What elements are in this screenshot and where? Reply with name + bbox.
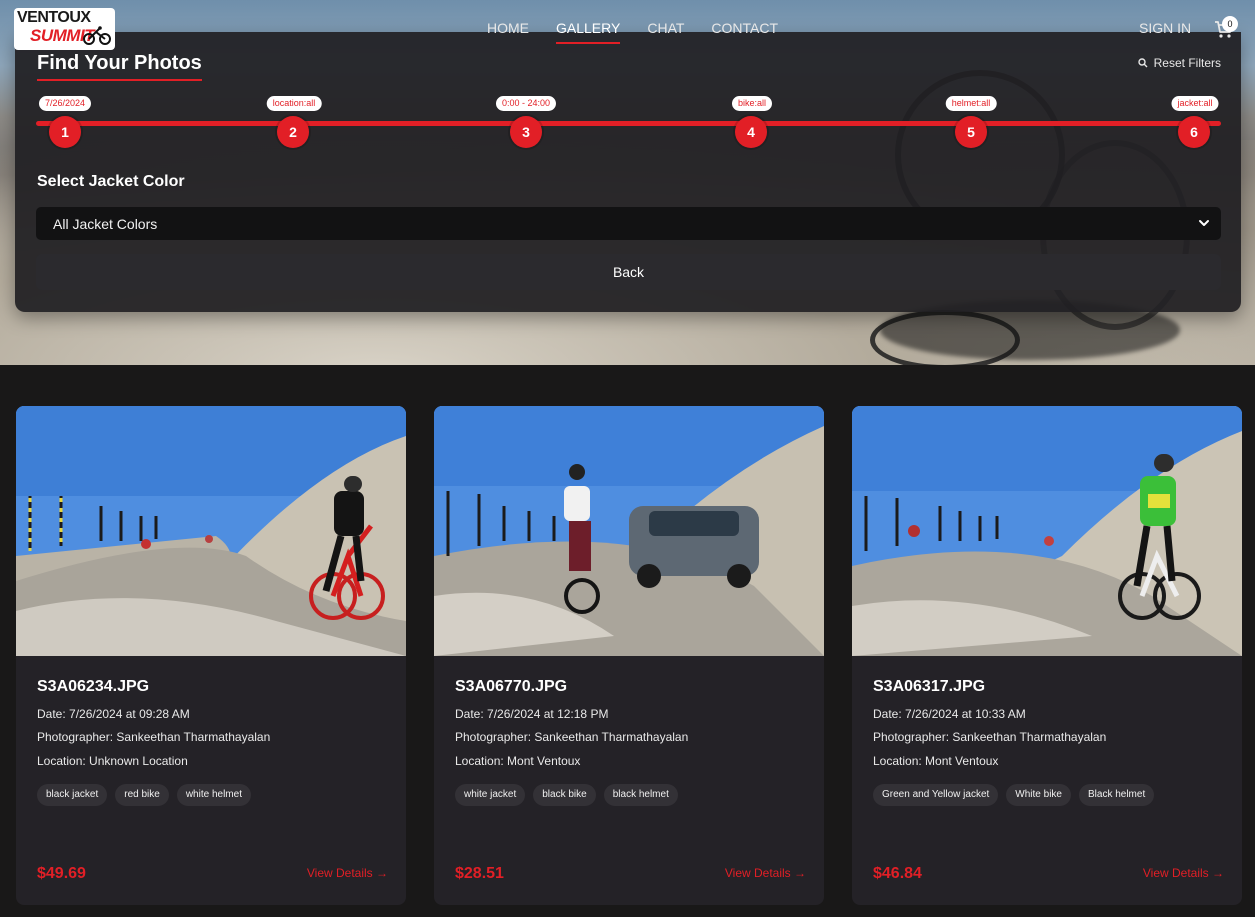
photo-tags: Green and Yellow jacket White bike Black…: [873, 784, 1155, 806]
tag-chip: black bike: [533, 784, 596, 806]
step-6-jacket[interactable]: 6: [1178, 116, 1210, 148]
jacket-color-select[interactable]: All Jacket Colors: [36, 207, 1221, 240]
reset-filters-button[interactable]: Reset Filters: [1137, 56, 1221, 70]
tag-chip: black jacket: [37, 784, 108, 806]
photo-tags: white jacket black bike black helmet: [455, 784, 678, 806]
panel-title: Find Your Photos: [37, 52, 202, 81]
back-button[interactable]: Back: [36, 254, 1221, 290]
sign-in-link[interactable]: SIGN IN: [1139, 20, 1191, 36]
bike-logo-icon: [83, 26, 111, 45]
photo-filename: S3A06234.JPG: [37, 678, 150, 695]
tag-chip: black helmet: [603, 784, 678, 806]
step-3-time[interactable]: 3: [510, 116, 542, 148]
tag-chip: white jacket: [455, 784, 526, 806]
step-tag-location: location:all: [266, 96, 322, 111]
tag-chip: white helmet: [176, 784, 251, 806]
view-details-link[interactable]: View Details →: [725, 866, 806, 880]
photo-thumbnail[interactable]: [434, 406, 824, 656]
photo-date: Date: 7/26/2024 at 10:33 AM: [873, 707, 1026, 721]
photo-location: Location: Mont Ventoux: [873, 754, 999, 768]
step-2-location[interactable]: 2: [277, 116, 309, 148]
photo-location: Location: Mont Ventoux: [455, 754, 581, 768]
chevron-down-icon: [1199, 220, 1209, 226]
cyclist-photo-image: [16, 406, 406, 656]
jacket-color-label: Select Jacket Color: [37, 173, 185, 190]
site-logo[interactable]: VENTOUX SUMMIT: [14, 8, 115, 50]
view-details-link[interactable]: View Details →: [1143, 866, 1224, 880]
photo-card[interactable]: S3A06770.JPG Date: 7/26/2024 at 12:18 PM…: [434, 406, 824, 905]
reset-filters-label: Reset Filters: [1153, 56, 1221, 70]
step-tag-jacket: jacket:all: [1171, 96, 1219, 111]
nav-link-chat[interactable]: CHAT: [647, 20, 684, 42]
step-5-helmet[interactable]: 5: [955, 116, 987, 148]
photo-photographer: Photographer: Sankeethan Tharmathayalan: [455, 730, 689, 744]
photo-thumbnail[interactable]: [852, 406, 1242, 656]
cyclist-photo-image: [852, 406, 1242, 656]
photo-location: Location: Unknown Location: [37, 754, 188, 768]
step-tag-helmet: helmet:all: [945, 96, 997, 111]
nav-link-contact[interactable]: CONTACT: [711, 20, 778, 42]
view-details-link[interactable]: View Details →: [307, 866, 388, 880]
photo-photographer: Photographer: Sankeethan Tharmathayalan: [37, 730, 271, 744]
step-tag-date: 7/26/2024: [38, 96, 92, 111]
jacket-color-selected-value: All Jacket Colors: [53, 215, 158, 232]
step-tag-time: 0:00 - 24:00: [495, 96, 557, 111]
photo-tags: black jacket red bike white helmet: [37, 784, 251, 806]
cart-count-badge: 0: [1222, 16, 1238, 32]
nav-link-gallery[interactable]: GALLERY: [556, 20, 621, 44]
photo-date: Date: 7/26/2024 at 12:18 PM: [455, 707, 609, 721]
photo-thumbnail[interactable]: [16, 406, 406, 656]
photo-date: Date: 7/26/2024 at 09:28 AM: [37, 707, 190, 721]
tag-chip: red bike: [115, 784, 169, 806]
photo-photographer: Photographer: Sankeethan Tharmathayalan: [873, 730, 1107, 744]
filter-panel: Find Your Photos Reset Filters 7/26/2024…: [15, 32, 1241, 312]
nav-link-home[interactable]: HOME: [487, 20, 529, 42]
photo-filename: S3A06770.JPG: [455, 678, 568, 695]
step-4-bike[interactable]: 4: [735, 116, 767, 148]
photo-price: $28.51: [455, 865, 504, 882]
search-icon: [1137, 58, 1148, 68]
logo-text-top: VENTOUX: [17, 9, 91, 26]
tag-chip: Green and Yellow jacket: [873, 784, 999, 806]
top-navbar: VENTOUX SUMMIT HOME GALLERY CHAT CONTACT…: [0, 0, 1255, 56]
nav-links: HOME GALLERY CHAT CONTACT: [487, 20, 778, 44]
tag-chip: White bike: [1006, 784, 1071, 806]
photo-card[interactable]: S3A06234.JPG Date: 7/26/2024 at 09:28 AM…: [16, 406, 406, 905]
step-1-date[interactable]: 1: [49, 116, 81, 148]
step-tag-bike: bike:all: [731, 96, 773, 111]
cyclist-photo-image: [434, 406, 824, 656]
photo-price: $46.84: [873, 865, 922, 882]
photo-filename: S3A06317.JPG: [873, 678, 986, 695]
photo-price: $49.69: [37, 865, 86, 882]
filter-progress-track: [36, 121, 1221, 126]
tag-chip: Black helmet: [1078, 784, 1155, 806]
photo-card[interactable]: S3A06317.JPG Date: 7/26/2024 at 10:33 AM…: [852, 406, 1242, 905]
